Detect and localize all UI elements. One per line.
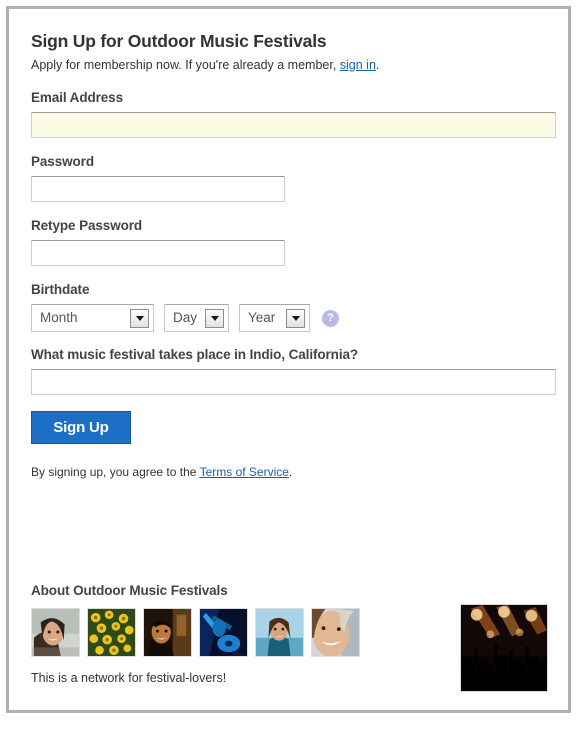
birthdate-label: Birthdate (31, 282, 90, 297)
member-photo-man-indoors[interactable] (143, 608, 192, 657)
chevron-down-icon (286, 308, 305, 328)
page-subtitle: Apply for membership now. If you're alre… (31, 57, 568, 73)
retype-password-input[interactable] (31, 240, 285, 266)
member-photo-woman-closeup[interactable] (311, 608, 360, 657)
retype-password-field-group: Retype Password (31, 218, 568, 266)
terms-text: By signing up, you agree to the (31, 465, 200, 479)
terms-notice: By signing up, you agree to the Terms of… (31, 464, 568, 480)
chevron-down-icon (205, 308, 225, 328)
security-question-group: What music festival takes place in Indio… (31, 347, 568, 395)
birthdate-day-select[interactable]: Day (164, 304, 229, 332)
birthdate-field-group: Birthdate Month Day Year ? (31, 282, 568, 332)
page-viewport: Sign Up for Outdoor Music Festivals Appl… (0, 0, 585, 731)
about-title: About Outdoor Music Festivals (31, 583, 228, 598)
concert-crowd-photo (460, 604, 548, 692)
signup-page: Sign Up for Outdoor Music Festivals Appl… (9, 9, 568, 710)
page-title: Sign Up for Outdoor Music Festivals (31, 31, 327, 51)
about-section: About Outdoor Music Festivals This is a … (31, 583, 360, 686)
email-label: Email Address (31, 90, 123, 105)
question-mark-icon[interactable]: ? (322, 309, 339, 327)
member-photo-guitarist[interactable] (199, 608, 248, 657)
birthdate-year-value: Year (248, 310, 276, 325)
security-question-label: What music festival takes place in Indio… (31, 347, 359, 362)
page-frame: Sign Up for Outdoor Music Festivals Appl… (6, 6, 571, 713)
about-caption: This is a network for festival-lovers! (31, 671, 227, 685)
email-input[interactable] (31, 112, 556, 138)
subtitle-period: . (375, 58, 380, 72)
member-thumbnail-row (31, 608, 360, 657)
member-photo-smiling-woman[interactable] (31, 608, 80, 657)
password-field-group: Password (31, 154, 568, 202)
sign-up-button[interactable]: Sign Up (31, 411, 131, 444)
birthdate-day-value: Day (173, 310, 198, 325)
chevron-down-icon (130, 308, 149, 328)
subtitle-text: Apply for membership now. If you're alre… (31, 58, 340, 72)
member-photo-woman-outdoors[interactable] (255, 608, 304, 657)
sign-in-link[interactable]: sign in (340, 58, 376, 72)
retype-password-label: Retype Password (31, 218, 143, 233)
email-field-group: Email Address (31, 90, 568, 138)
terms-period: . (288, 465, 293, 479)
birthdate-year-select[interactable]: Year (239, 304, 310, 332)
birthdate-month-select[interactable]: Month (31, 304, 154, 332)
birthdate-selects: Month Day Year ? (31, 304, 568, 332)
terms-of-service-link[interactable]: Terms of Service (200, 465, 289, 479)
birthdate-month-value: Month (40, 310, 78, 325)
security-question-input[interactable] (31, 369, 556, 395)
password-input[interactable] (31, 176, 285, 202)
member-photo-yellow-flowers[interactable] (87, 608, 136, 657)
password-label: Password (31, 154, 94, 169)
